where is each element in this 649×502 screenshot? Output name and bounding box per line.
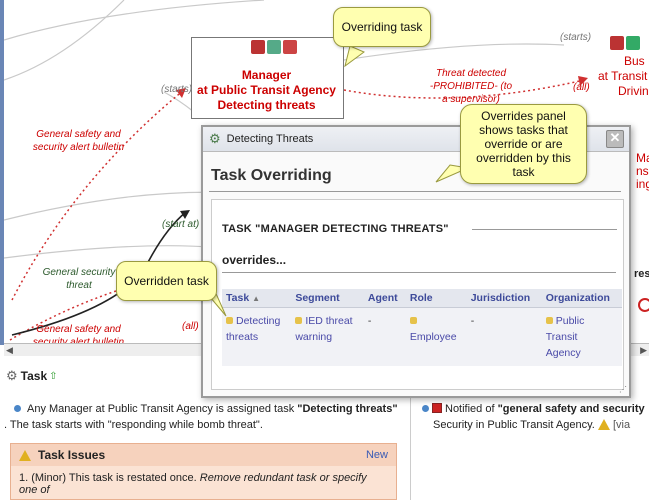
callout-line: Overrides panel: [481, 109, 566, 123]
callout-overriding-task: Overriding task: [333, 7, 431, 47]
callout-overrides-panel: Overrides panel shows tasks that overrid…: [460, 104, 587, 184]
callout-text: Overridden task: [124, 274, 209, 288]
callout-overridden-task: Overridden task: [116, 261, 217, 301]
callout-line: task: [512, 165, 535, 179]
callout-line: shows tasks that: [479, 123, 568, 137]
callout-line: overridden by this: [476, 151, 571, 165]
callout-text: Overriding task: [341, 20, 423, 34]
callout-line: override or are: [484, 137, 563, 151]
callout-tails: [198, 45, 470, 317]
